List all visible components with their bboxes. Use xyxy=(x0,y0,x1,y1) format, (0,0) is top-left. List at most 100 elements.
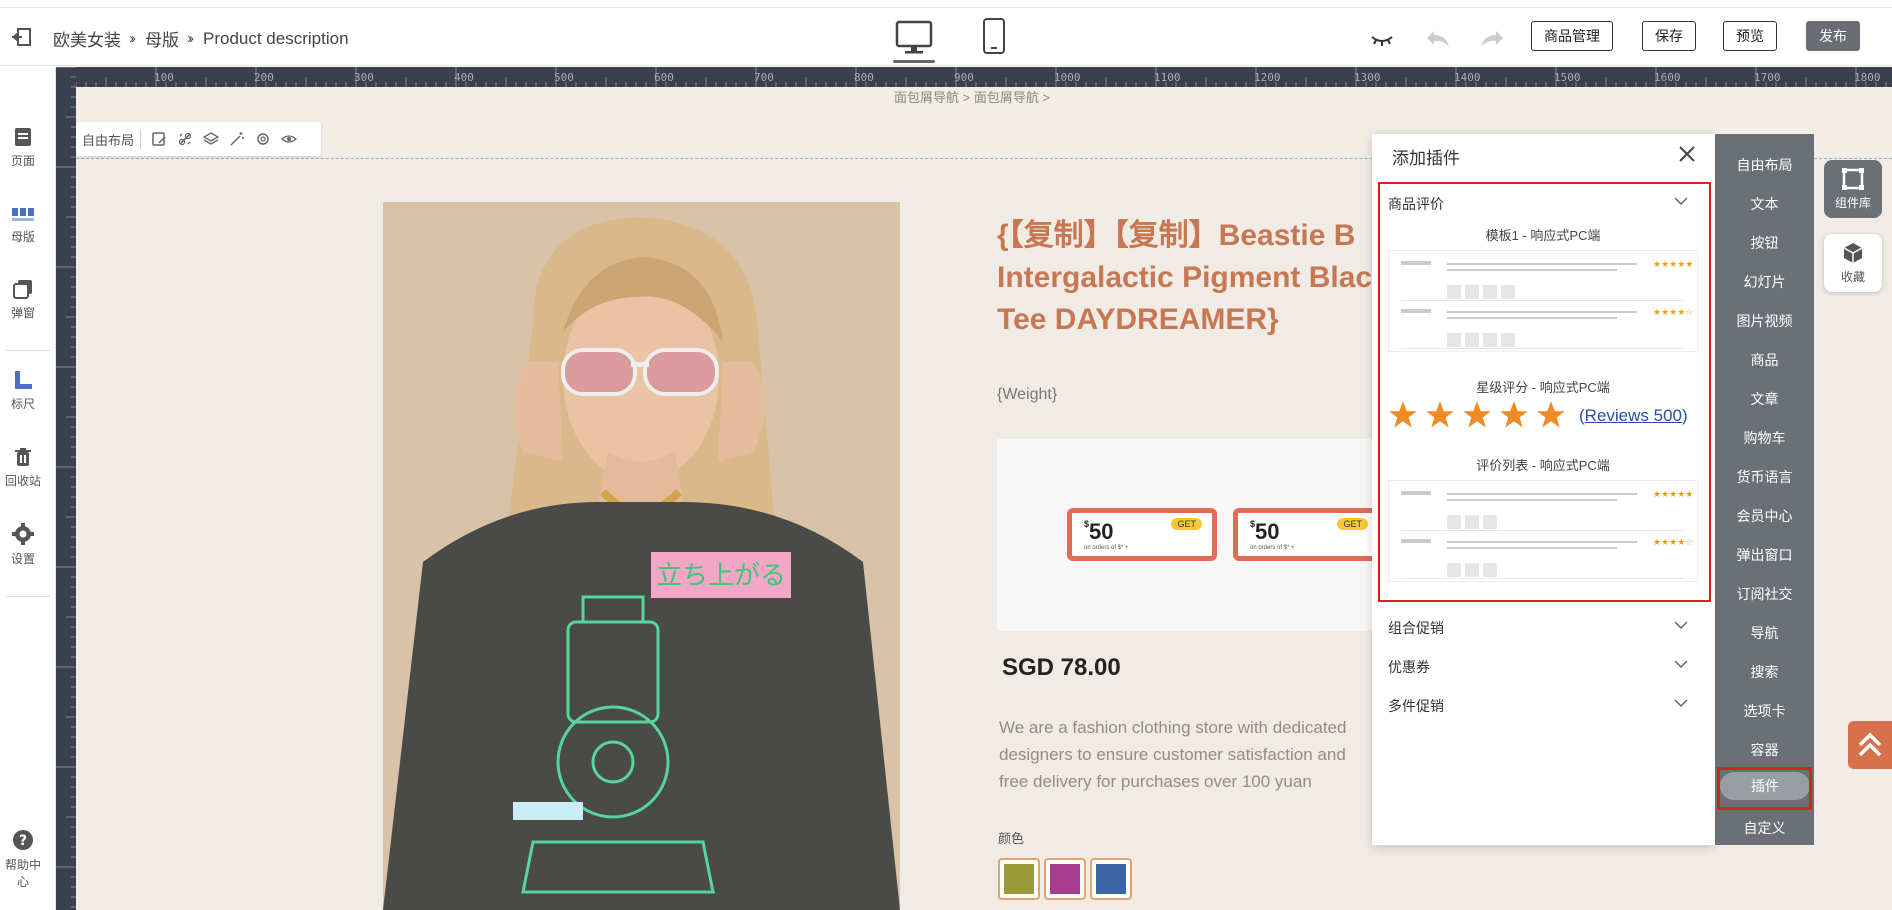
rail-item-article[interactable]: 文章 xyxy=(1715,389,1814,409)
preview-line xyxy=(1447,547,1617,549)
rail-item-subscribe-social[interactable]: 订阅社交 xyxy=(1715,584,1814,604)
coupon-get-button[interactable]: GET xyxy=(1171,518,1202,530)
star-icon xyxy=(1426,401,1454,428)
nav-item-recycle-bin[interactable]: 回收站 xyxy=(0,447,46,489)
coupon-card[interactable]: $50 GET on orders of $* + xyxy=(1067,508,1217,561)
publish-button[interactable]: 发布 xyxy=(1806,21,1860,51)
popup-icon xyxy=(13,280,32,299)
section-bundle-promotion[interactable]: 组合促销 xyxy=(1388,618,1698,638)
double-chevron-up-icon xyxy=(1858,732,1882,757)
product-management-button[interactable]: 商品管理 xyxy=(1531,21,1613,51)
favorites-button[interactable]: 收藏 xyxy=(1824,234,1882,292)
nav-label: 设置 xyxy=(10,552,35,566)
undo-icon[interactable] xyxy=(1424,27,1452,51)
coupon-widget[interactable]: $50 GET on orders of $* + $50 GET on ord… xyxy=(997,439,1427,631)
eye-icon[interactable] xyxy=(281,131,298,147)
preview-thumb xyxy=(1447,515,1461,529)
rail-item-slideshow[interactable]: 幻灯片 xyxy=(1715,272,1814,292)
product-description[interactable]: We are a fashion clothing store with ded… xyxy=(999,714,1369,795)
rail-item-container[interactable]: 容器 xyxy=(1715,740,1814,760)
rail-item-popup-window[interactable]: 弹出窗口 xyxy=(1715,545,1814,565)
product-image[interactable]: 立ち上がる xyxy=(383,202,900,910)
swatch-fill xyxy=(1004,864,1034,894)
nav-item-help[interactable]: ? 帮助中心 xyxy=(0,829,46,890)
coupon-note: on orders of $* + xyxy=(1084,545,1129,551)
close-icon[interactable] xyxy=(1677,144,1697,164)
nav-label: 标尺 xyxy=(10,397,35,411)
review-row-preview: ★★★★☆ xyxy=(1401,303,1693,349)
product-weight[interactable]: {Weight} xyxy=(997,386,1057,404)
mobile-icon xyxy=(983,18,1005,54)
ruler-label: 1100 xyxy=(1154,71,1181,84)
desktop-view-toggle[interactable] xyxy=(893,19,935,63)
nav-item-page[interactable]: 页面 xyxy=(0,127,46,169)
rail-item-tabs[interactable]: 选项卡 xyxy=(1715,701,1814,721)
reviews-link[interactable]: (Reviews 500) xyxy=(1579,406,1688,426)
layout-toolbar-label[interactable]: 自由布局 xyxy=(82,129,142,149)
mobile-view-toggle[interactable] xyxy=(982,17,1006,57)
preview-button[interactable]: 预览 xyxy=(1723,21,1777,51)
preview-thumb xyxy=(1465,285,1479,299)
coupon-get-button[interactable]: GET xyxy=(1337,518,1368,530)
rail-item-image-video[interactable]: 图片视频 xyxy=(1715,311,1814,331)
hide-eye-icon[interactable] xyxy=(1368,27,1396,51)
exit-icon[interactable] xyxy=(10,27,32,47)
breadcrumb-widget[interactable]: 面包屑导航 > 面包屑导航 > xyxy=(894,87,1050,106)
unlink-icon[interactable] xyxy=(177,131,193,147)
section-label: 商品评价 xyxy=(1388,196,1444,212)
preview-line xyxy=(1447,499,1617,501)
coupon-note: on orders of $* + xyxy=(1250,545,1295,551)
preview-avatar xyxy=(1401,539,1431,543)
template-card-reviews-1[interactable]: ★★★★★ ★★★★☆ xyxy=(1388,250,1698,352)
color-swatch-blue[interactable] xyxy=(1090,858,1132,900)
section-coupons[interactable]: 优惠券 xyxy=(1388,657,1698,677)
coupon-card[interactable]: $50 GET on orders of $* + xyxy=(1233,508,1383,561)
rail-item-product[interactable]: 商品 xyxy=(1715,350,1814,370)
section-label: 优惠券 xyxy=(1388,659,1430,675)
section-multi-item-promotion[interactable]: 多件促销 xyxy=(1388,696,1698,716)
nav-item-master[interactable]: 母版 xyxy=(0,203,46,245)
rail-item-free-layout[interactable]: 自由布局 xyxy=(1715,155,1814,175)
preview-line xyxy=(1447,541,1637,543)
rail-item-button[interactable]: 按钮 xyxy=(1715,233,1814,253)
rail-item-custom[interactable]: 自定义 xyxy=(1715,818,1814,838)
magic-wand-icon[interactable] xyxy=(229,131,245,147)
active-indicator xyxy=(893,60,935,63)
edit-icon[interactable] xyxy=(151,131,167,147)
rail-item-text[interactable]: 文本 xyxy=(1715,194,1814,214)
master-icon xyxy=(12,208,34,221)
trash-icon xyxy=(15,448,31,466)
help-icon: ? xyxy=(13,830,33,850)
coupon-amount: $50 xyxy=(1250,519,1280,544)
rail-item-search[interactable]: 搜索 xyxy=(1715,662,1814,682)
rail-item-member-center[interactable]: 会员中心 xyxy=(1715,506,1814,526)
scroll-to-top-button[interactable] xyxy=(1848,721,1892,769)
nav-item-ruler[interactable]: 标尺 xyxy=(0,370,46,412)
component-library-button[interactable]: 组件库 xyxy=(1824,160,1882,218)
breadcrumb-item-master[interactable]: 母版 xyxy=(145,26,179,51)
rail-item-cart[interactable]: 购物车 xyxy=(1715,428,1814,448)
product-price[interactable]: SGD 78.00 xyxy=(1002,654,1121,682)
nav-item-popup[interactable]: 弹窗 xyxy=(0,279,46,321)
preview-line xyxy=(1447,317,1617,319)
color-swatch-magenta[interactable] xyxy=(1044,858,1086,900)
rail-item-navigation[interactable]: 导航 xyxy=(1715,623,1814,643)
template-card-star-rating[interactable]: (Reviews 500) xyxy=(1388,400,1698,436)
section-product-reviews[interactable]: 商品评价 xyxy=(1388,194,1698,214)
settings-icon[interactable] xyxy=(255,131,271,147)
rail-item-currency-language[interactable]: 货币语言 xyxy=(1715,467,1814,487)
model-photo: 立ち上がる xyxy=(383,202,900,910)
color-swatch-olive[interactable] xyxy=(998,858,1040,900)
breadcrumb-item-site[interactable]: 欧美女装 xyxy=(53,26,121,51)
product-title[interactable]: {【复制】【复制】Beastie B Intergalactic Pigment… xyxy=(997,215,1397,341)
star-icon xyxy=(1537,401,1565,428)
nav-item-settings[interactable]: 设置 xyxy=(0,523,46,567)
layers-icon[interactable] xyxy=(203,131,220,147)
square-icon xyxy=(1842,168,1864,190)
swatch-fill xyxy=(1050,864,1080,894)
template-card-review-list[interactable]: ★★★★★ ★★★★☆ xyxy=(1388,480,1698,582)
ruler-label: 400 xyxy=(454,71,474,84)
save-button[interactable]: 保存 xyxy=(1642,21,1696,51)
redo-icon[interactable] xyxy=(1478,27,1506,51)
ruler-label: 1200 xyxy=(1254,71,1281,84)
